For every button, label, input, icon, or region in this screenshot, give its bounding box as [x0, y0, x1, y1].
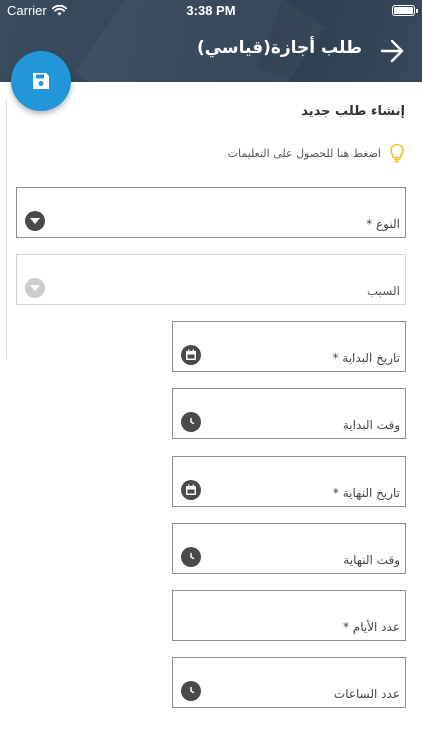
- leave-request-screen: Carrier 3:38 PM طلب أجازة(قياسي) إنشاء ط…: [0, 0, 422, 750]
- status-bar: Carrier 3:38 PM: [0, 0, 422, 22]
- days-count-label: عدد الأيام *: [342, 620, 400, 634]
- reason-dropdown[interactable]: السبب: [16, 254, 406, 305]
- divider: [6, 100, 7, 358]
- calendar-icon: [181, 480, 201, 500]
- start-date-label: تاريخ البداية *: [332, 351, 400, 365]
- type-label: النوع *: [366, 217, 400, 231]
- clock-icon: [181, 681, 201, 701]
- end-date-field[interactable]: تاريخ النهاية *: [172, 456, 406, 507]
- section-title: إنشاء طلب جديد: [301, 104, 405, 119]
- days-count-field[interactable]: عدد الأيام *: [172, 590, 406, 641]
- start-time-field[interactable]: وقت البداية: [172, 388, 406, 439]
- battery-icon: [392, 5, 418, 16]
- start-date-field[interactable]: تاريخ البداية *: [172, 321, 406, 372]
- clock-icon: [181, 412, 201, 432]
- instructions-hint[interactable]: اضغط هنا للحصول على التعليمات: [228, 143, 405, 163]
- page-title: طلب أجازة(قياسي): [196, 38, 362, 58]
- clock-icon: [181, 547, 201, 567]
- end-time-label: وقت النهاية: [343, 553, 400, 567]
- hint-text: اضغط هنا للحصول على التعليمات: [227, 146, 381, 160]
- end-time-field[interactable]: وقت النهاية: [172, 523, 406, 574]
- back-arrow-icon[interactable]: [379, 38, 405, 64]
- save-button[interactable]: [11, 51, 71, 111]
- lightbulb-icon: [390, 143, 404, 163]
- save-icon: [33, 73, 49, 89]
- reason-label: السبب: [366, 284, 400, 298]
- hours-count-field[interactable]: عدد الساعات: [172, 657, 406, 708]
- end-date-label: تاريخ النهاية *: [332, 486, 400, 500]
- start-time-label: وقت البداية: [342, 418, 400, 432]
- calendar-icon: [181, 345, 201, 365]
- type-dropdown[interactable]: النوع *: [16, 187, 406, 238]
- chevron-down-icon: [25, 211, 45, 231]
- chevron-down-icon: [25, 278, 45, 298]
- hours-count-label: عدد الساعات: [333, 687, 400, 701]
- status-time: 3:38 PM: [186, 3, 236, 18]
